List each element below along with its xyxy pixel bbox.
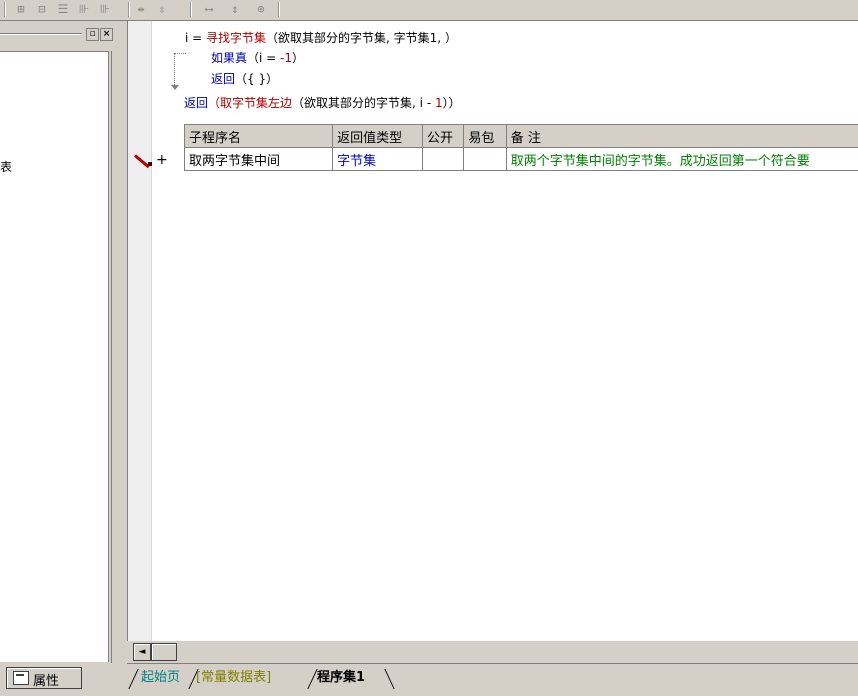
tree-item-fragment[interactable]: 表 [0, 158, 12, 175]
subroutine-name-cell[interactable]: 取两字节集中间 [185, 148, 333, 171]
tab-start-page[interactable]: 起始页 [137, 668, 184, 687]
toolbar-separator [278, 2, 280, 17]
close-icon[interactable]: × [100, 28, 113, 41]
column-header: 易包 [464, 125, 506, 148]
keyword: 返回 [211, 72, 235, 86]
table-header-row: 子程序名 返回值类型 公开 易包 备 注 [185, 125, 858, 148]
minimize-icon[interactable]: ▫ [86, 28, 99, 41]
horizontal-scrollbar[interactable]: ◄ [127, 641, 858, 659]
remark-cell[interactable]: 取两个字节集中间的字节集。成功返回第一个符合要 [506, 148, 858, 171]
code-args: （ [208, 96, 220, 110]
properties-icon [13, 671, 29, 685]
expand-icon[interactable]: + [156, 152, 168, 168]
easy-pack-cell[interactable] [464, 148, 506, 171]
alignment-toolbar: ⊞ ⊟ ☰ ⊪ ⊪ ⇹ ⇳ ⟷ ↕ ⊕ [0, 0, 858, 21]
center-form-icon[interactable]: ⊕ [252, 1, 270, 17]
number-literal: 1 [435, 96, 443, 110]
toolbar-separator [4, 2, 6, 17]
return-type-cell[interactable]: 字节集 [333, 148, 423, 171]
function-name: 寻找字节集 [206, 31, 266, 45]
code-line-3[interactable]: 返回（{ }） [211, 72, 278, 87]
tab-divider [384, 669, 394, 689]
project-tree[interactable]: 表 [0, 51, 109, 662]
properties-tab-label: 属性 [33, 670, 59, 689]
document-tabs: 起始页 [常量数据表] 程序集1 [127, 663, 858, 696]
code-line-4[interactable]: 返回（取字节集左边（欲取其部分的字节集, i - 1）） [184, 96, 461, 111]
align-bottom-icon[interactable]: ⊪ [96, 1, 114, 17]
public-cell[interactable] [422, 148, 463, 171]
hspace-icon[interactable]: ⟷ [200, 1, 218, 17]
toolbar-separator [128, 2, 130, 17]
tab-program-set-1[interactable]: 程序集1 [313, 668, 369, 687]
code-args: （{ }） [235, 72, 278, 86]
scroll-thumb[interactable] [151, 643, 177, 661]
code-args: （i = [247, 51, 280, 65]
align-left-icon[interactable]: ⊞ [12, 1, 30, 17]
left-scrollbar[interactable] [111, 51, 124, 663]
same-width-icon[interactable]: ⇹ [132, 1, 150, 17]
code-args: ） [292, 51, 304, 65]
column-header: 备 注 [506, 125, 858, 148]
align-top-icon[interactable]: ☰ [54, 1, 72, 17]
left-panel-header: ▫ × [0, 27, 117, 41]
code-line-2[interactable]: 如果真（i = -1） [211, 51, 304, 66]
vspace-icon[interactable]: ↕ [226, 1, 244, 17]
flow-line [174, 53, 187, 85]
panel-grip[interactable] [0, 33, 82, 35]
flow-arrow-icon [171, 85, 179, 90]
column-header: 子程序名 [185, 125, 333, 148]
align-right-icon[interactable]: ⊪ [75, 1, 93, 17]
function-name: 取字节集左边 [220, 96, 292, 110]
toolbar-separator [190, 2, 192, 17]
same-height-icon[interactable]: ⇳ [153, 1, 171, 17]
align-center-icon[interactable]: ⊟ [33, 1, 51, 17]
code-args: ）） [443, 96, 461, 110]
column-header: 公开 [422, 125, 463, 148]
subroutine-table: 子程序名 返回值类型 公开 易包 备 注 取两字节集中间 字节集 取两个字节集中… [184, 124, 858, 171]
table-row[interactable]: 取两字节集中间 字节集 取两个字节集中间的字节集。成功返回第一个符合要 [185, 148, 858, 171]
code-text: i = [185, 31, 206, 45]
scroll-left-button[interactable]: ◄ [133, 643, 151, 661]
keyword: 返回 [184, 96, 208, 110]
keyword: 如果真 [211, 51, 247, 65]
editor-gutter [128, 21, 152, 641]
left-panel: ▫ × 表 属性 [0, 21, 125, 695]
number-literal: -1 [280, 51, 292, 65]
code-line-1[interactable]: i = 寻找字节集（欲取其部分的字节集, 字节集1, ） [185, 31, 457, 46]
code-args: （欲取其部分的字节集, i - [292, 96, 435, 110]
code-editor[interactable]: i = 寻找字节集（欲取其部分的字节集, 字节集1, ） 如果真（i = -1）… [127, 21, 858, 641]
properties-tab[interactable]: 属性 [6, 667, 82, 689]
column-header: 返回值类型 [333, 125, 423, 148]
code-args: （欲取其部分的字节集, 字节集1, ） [266, 31, 457, 45]
pen-tip [148, 162, 152, 166]
tab-constants[interactable]: [常量数据表] [192, 668, 275, 687]
